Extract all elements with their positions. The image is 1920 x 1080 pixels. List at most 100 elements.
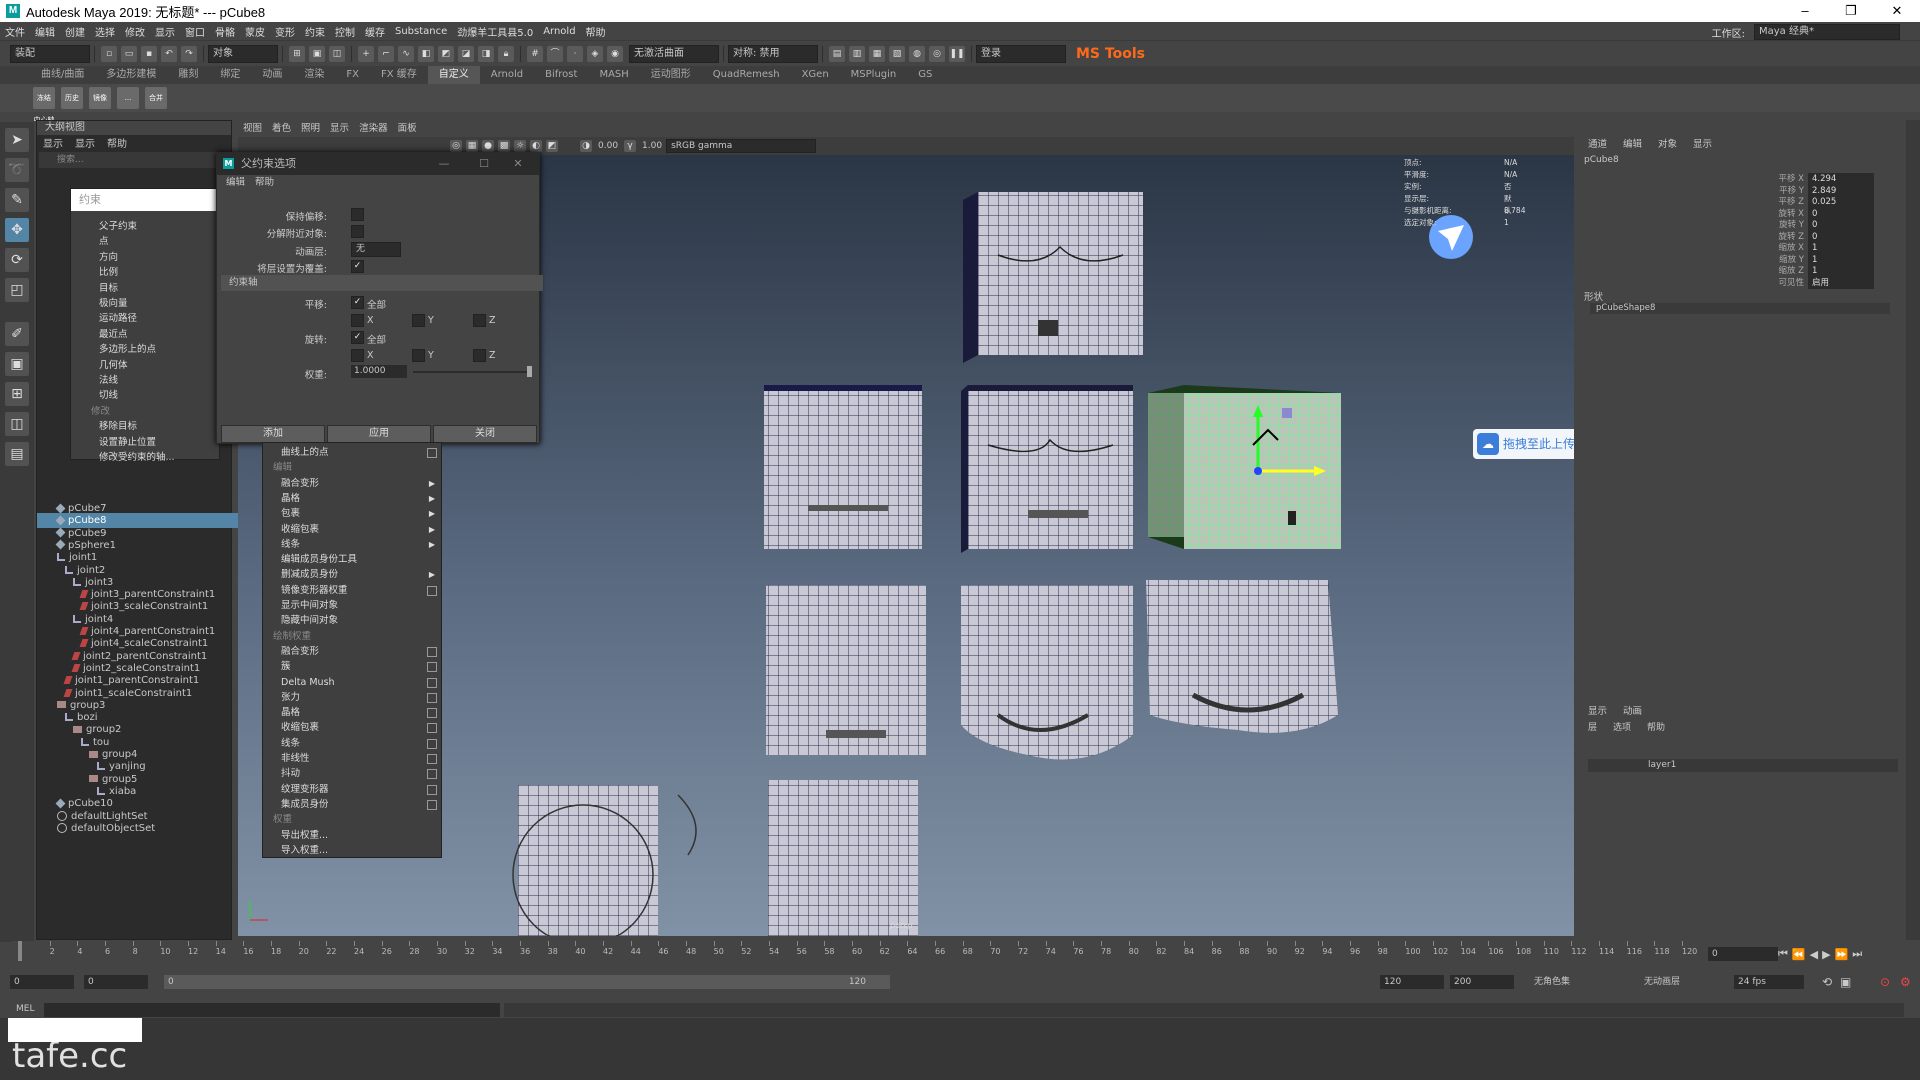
deform-menu-item[interactable]: 隐藏中间对象 [263,613,441,628]
constraint-menu-item[interactable]: 几何体 [71,358,221,373]
hypershade-icon[interactable]: ◍ [909,45,925,62]
sphere-cube-mesh[interactable] [512,785,697,936]
viewport-menu-item[interactable]: 面板 [393,121,422,137]
scale-tool-icon[interactable]: ◰ [5,278,29,302]
constraint-menu-item[interactable]: 多边形上的点 [71,342,221,357]
channel-value[interactable]: 2.849 [1808,184,1874,197]
viewport-menu-item[interactable]: 显示 [325,121,354,137]
lock-icon[interactable]: 🔒︎ [498,45,514,62]
channel-value[interactable]: 0.025 [1808,196,1874,208]
shelf-tab[interactable]: GS [907,66,943,84]
exposure-value[interactable]: 0.00 [598,141,618,151]
play-forward-icon[interactable]: ▶ [1822,948,1834,961]
isolate-icon[interactable]: ◩ [546,140,558,152]
translate-x-checkbox[interactable] [351,314,364,327]
go-end-icon[interactable]: ⏭ [1852,947,1866,961]
ipr-render-icon[interactable]: ▦ [869,45,885,62]
deform-menu-item[interactable]: 显示中间对象 [263,598,441,613]
menu-item[interactable]: 蒙皮 [240,24,270,39]
menu-item[interactable]: 骨骼 [210,24,240,39]
option-box-icon[interactable] [427,738,437,749]
fps-select[interactable]: 24 fps [1734,975,1804,989]
shelf-tab[interactable]: 运动图形 [640,66,702,84]
option-box-icon[interactable] [427,754,437,764]
layer-tab[interactable]: 动画 [1615,703,1650,717]
channel-value[interactable]: 1 [1808,253,1874,266]
viewport-menu-item[interactable]: 照明 [296,121,325,137]
shelf-tool-icon[interactable]: 历史 [61,87,83,109]
layer-menu-item[interactable]: 帮助 [1639,720,1673,733]
range-slider[interactable]: 0 120 [164,975,890,989]
playback-end-field[interactable]: 120 [1380,975,1444,989]
menu-item[interactable]: 窗口 [180,24,210,39]
cube-mesh[interactable] [768,780,918,936]
menu-item[interactable]: 劲爆羊工具县5.0 [452,24,538,39]
channel-row[interactable]: 平移 Y 2.849 [1770,184,1890,197]
layer-row[interactable]: layer1 [1588,759,1898,772]
channel-box-menu-item[interactable]: 编辑 [1615,136,1650,150]
apply-button[interactable]: 应用 [327,425,431,443]
menu-item[interactable]: 编辑 [30,24,60,39]
render-sequence-icon[interactable]: ▥ [849,45,865,62]
option-box-icon[interactable] [427,448,437,458]
layer-menu-item[interactable]: 选项 [1605,720,1639,733]
select-by-joint-icon[interactable]: ⌐ [378,45,394,62]
shelf-tool-icon[interactable]: 镜像 [89,87,111,109]
shelf-tab[interactable]: Arnold [480,66,534,84]
viewport-menu-item[interactable]: 着色 [267,121,296,137]
time-slider[interactable]: 2 4 6 8 10 12 14 16 18 20 22 24 26 28 30 32 34 36 38 40 42 44… [12,941,1702,965]
channel-box-menu-item[interactable]: 对象 [1650,136,1685,150]
save-scene-icon[interactable]: ▪ [141,45,157,62]
channel-row[interactable]: 缩放 Y 1 [1770,253,1890,266]
menu-item[interactable]: 选择 [90,24,120,39]
channel-box-object-name[interactable]: pCube8 [1584,155,1619,165]
anim-end-field[interactable]: 200 [1450,975,1514,989]
constraint-menu-item[interactable]: 极向量 [71,296,221,311]
deform-menu-item[interactable]: 纹理变形器 [263,782,441,797]
auto-key-icon[interactable]: ⊙ [1880,975,1890,989]
move-z-handle[interactable] [1254,467,1262,475]
constraint-menu-item[interactable]: 点 [71,234,221,249]
key-icon[interactable]: ▣ [1840,975,1851,989]
close-dialog-button[interactable]: 关闭 [433,425,537,443]
option-box-icon[interactable] [427,723,437,734]
deform-menu-item[interactable]: Delta Mush [263,675,441,690]
layer-tab[interactable]: 显示 [1580,703,1615,717]
color-space-select[interactable]: sRGB gamma [666,139,817,153]
dialog-menu-item[interactable]: 帮助 [250,175,279,191]
move-tool-icon[interactable]: ✥ [5,218,29,242]
current-time-marker[interactable] [18,941,22,961]
step-forward-icon[interactable]: ⏩ [1835,948,1853,961]
menu-item[interactable]: Arnold [538,26,580,37]
channel-value[interactable]: 4.294 [1808,173,1874,185]
select-by-dynamic-icon[interactable]: ◪ [458,45,474,62]
select-hierarchy-icon[interactable]: ⊞ [289,45,305,62]
option-box-icon[interactable] [427,784,437,795]
deform-menu-item[interactable]: 删减成员身份 ▶ [263,567,441,582]
select-component-icon[interactable]: ◫ [329,45,345,62]
shelf-tool-icon[interactable]: ... [117,87,139,109]
snap-point-icon[interactable]: · [567,45,583,62]
gamma-value[interactable]: 1.00 [642,141,662,151]
smooth-shade-icon[interactable]: ● [482,140,494,152]
current-time-field[interactable]: 0 [1708,947,1778,961]
deform-menu-item[interactable]: 抖动 [263,766,441,781]
shelf-tool-icon[interactable]: 合并 [145,87,167,109]
dialog-menu-item[interactable]: 编辑 [221,175,250,191]
option-box-icon[interactable] [427,677,437,688]
constraint-menu-item[interactable]: 切线 [71,388,221,403]
select-tool-icon[interactable]: ➤ [5,128,29,152]
camera-icon[interactable]: ◎ [450,140,462,152]
deform-menu-item[interactable]: 收缩包裹 [263,720,441,735]
shelf-tab[interactable]: 绑定 [209,66,251,84]
render-frame-icon[interactable]: ▤ [829,45,845,62]
rotate-z-checkbox[interactable] [473,349,486,362]
channel-value[interactable]: 0 [1808,207,1874,220]
texture-icon[interactable]: ▩ [498,140,510,152]
paint-select-icon[interactable]: ✎ [5,188,29,212]
channel-row[interactable]: 缩放 Z 1 [1770,265,1890,277]
constraint-menu-item[interactable]: 比例 [71,265,221,280]
menu-item[interactable]: 创建 [60,24,90,39]
anim-layer-select[interactable]: 无 [351,242,401,257]
menu-item[interactable]: 帮助 [581,24,611,39]
